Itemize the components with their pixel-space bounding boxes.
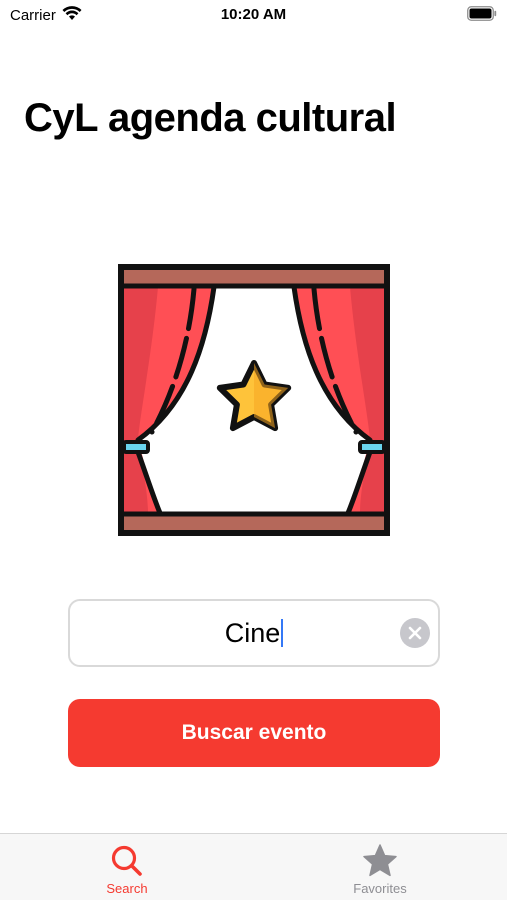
- theater-curtain-star-icon: [118, 264, 390, 536]
- search-input[interactable]: Cine: [68, 599, 440, 667]
- clear-icon[interactable]: [400, 618, 430, 648]
- text-cursor: [281, 619, 284, 647]
- search-input-value: Cine: [224, 617, 281, 648]
- search-icon: [109, 843, 145, 879]
- star-icon: [362, 843, 398, 879]
- tab-search[interactable]: Search: [47, 834, 207, 900]
- battery-icon: [467, 6, 497, 25]
- page-title: CyL agenda cultural: [24, 96, 397, 140]
- status-time: 10:20 AM: [220, 6, 287, 23]
- tab-favorites[interactable]: Favorites: [300, 834, 460, 900]
- search-input-text-area[interactable]: Cine: [70, 601, 438, 665]
- tab-search-label: Search: [106, 881, 148, 896]
- buscar-evento-button[interactable]: Buscar evento: [68, 699, 440, 767]
- tab-bar: Search Favorites: [0, 833, 507, 900]
- tab-favorites-label: Favorites: [353, 881, 407, 896]
- status-bar: Carrier 10:20 AM: [0, 0, 507, 32]
